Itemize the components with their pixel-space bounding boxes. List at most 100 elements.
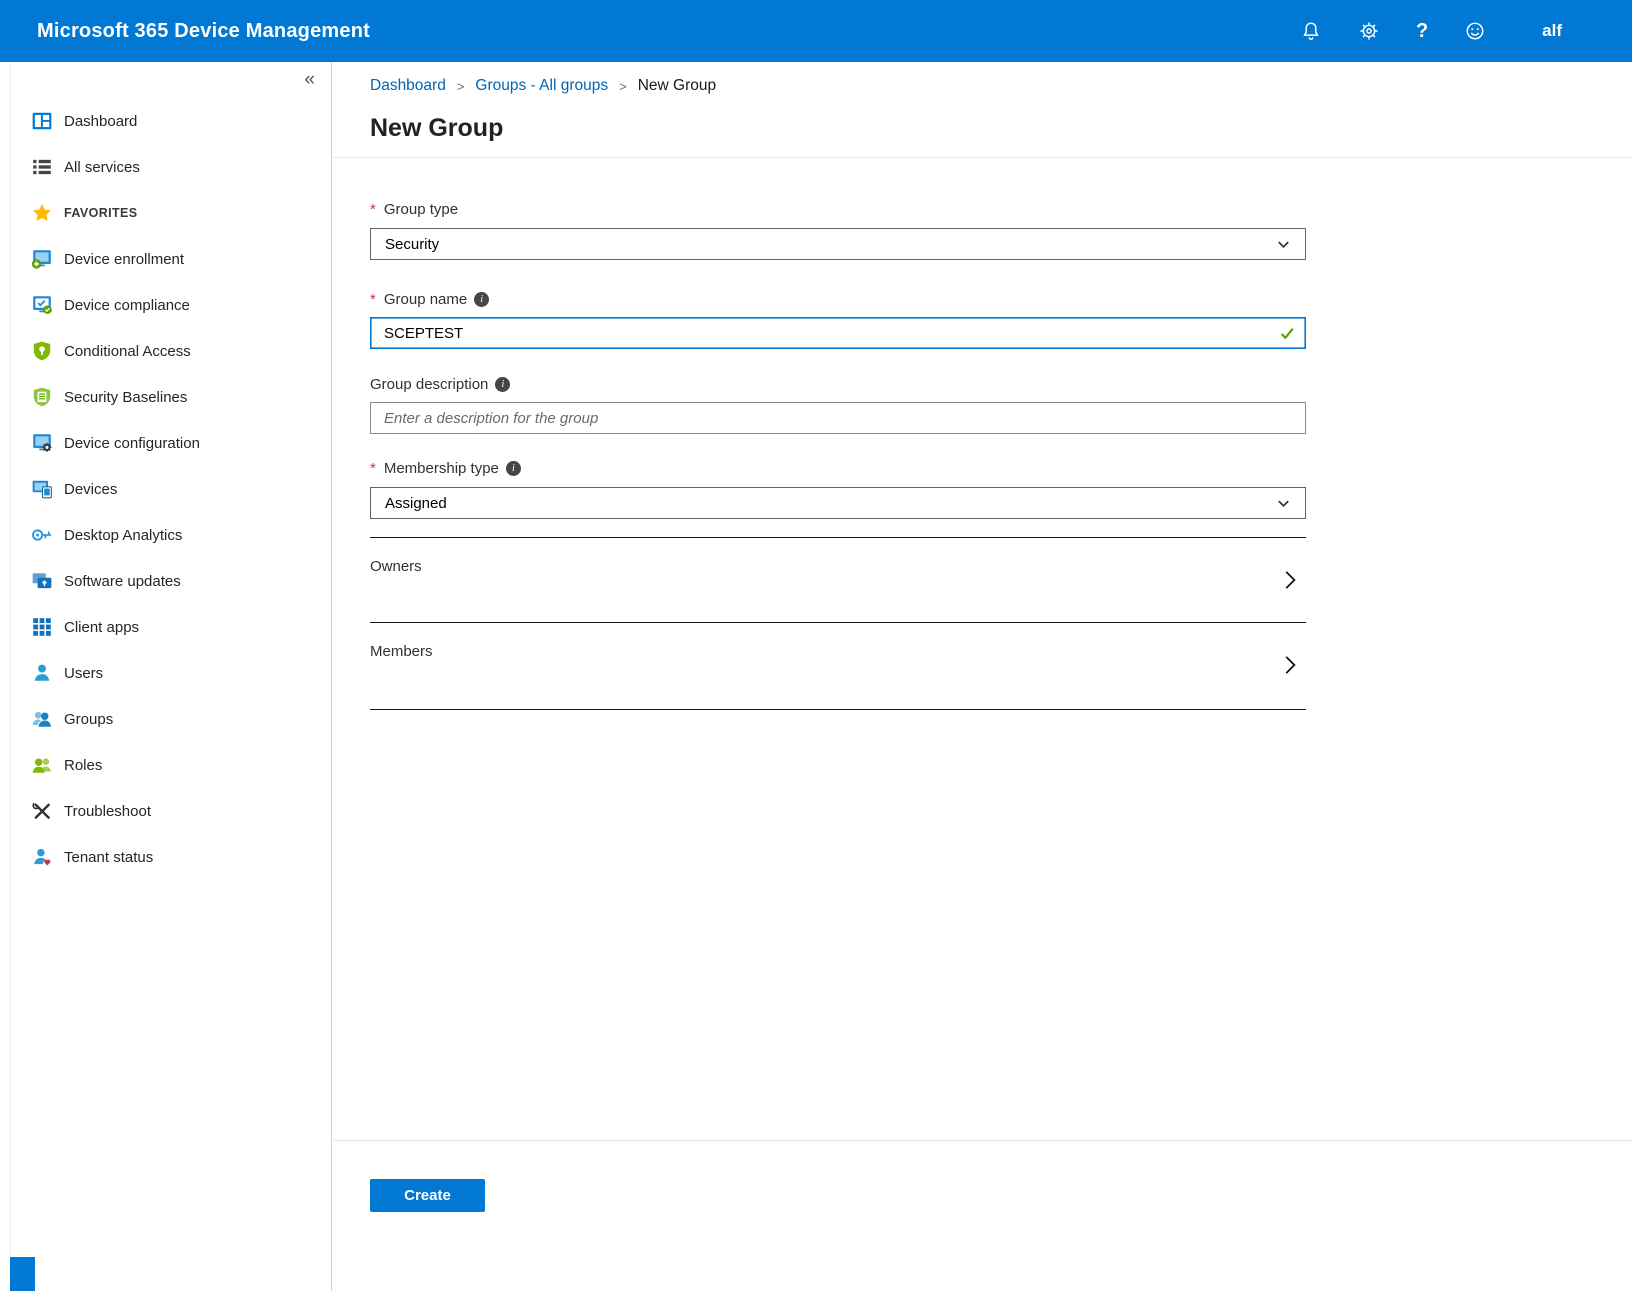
sidebar-item-label: Users bbox=[64, 665, 103, 682]
breadcrumb-groups-link[interactable]: Groups - All groups bbox=[475, 77, 608, 95]
group-type-select[interactable]: Security bbox=[370, 228, 1306, 260]
sidebar-item-troubleshoot[interactable]: Troubleshoot bbox=[11, 788, 331, 834]
sidebar-favorites-header: FAVORITES bbox=[11, 190, 331, 236]
required-marker: * bbox=[370, 290, 376, 309]
owners-label: Owners bbox=[370, 557, 1306, 576]
star-icon bbox=[31, 202, 53, 224]
members-label: Members bbox=[370, 642, 1306, 661]
group-type-value: Security bbox=[385, 236, 439, 253]
sidebar-item-users[interactable]: Users bbox=[11, 650, 331, 696]
sidebar-collapse-button[interactable]: « bbox=[11, 62, 331, 98]
tenant-status-icon bbox=[31, 846, 53, 868]
sidebar-item-device-compliance[interactable]: Device compliance bbox=[11, 282, 331, 328]
sidebar-item-desktop-analytics[interactable]: Desktop Analytics bbox=[11, 512, 331, 558]
software-updates-icon bbox=[31, 570, 53, 592]
feedback-smiley-icon[interactable] bbox=[1464, 20, 1486, 42]
footer-divider bbox=[333, 1140, 1632, 1141]
chevron-right-icon bbox=[1280, 653, 1300, 677]
sidebar-item-security-baselines[interactable]: Security Baselines bbox=[11, 374, 331, 420]
sidebar-item-label: Device configuration bbox=[64, 435, 200, 452]
groups-people-icon bbox=[31, 708, 53, 730]
sidebar-item-conditional-access[interactable]: Conditional Access bbox=[11, 328, 331, 374]
sidebar-item-roles[interactable]: Roles bbox=[11, 742, 331, 788]
sidebar-item-label: Roles bbox=[64, 757, 102, 774]
sidebar-item-label: Groups bbox=[64, 711, 113, 728]
security-baselines-icon bbox=[31, 386, 53, 408]
sidebar-item-devices[interactable]: Devices bbox=[11, 466, 331, 512]
info-icon[interactable]: i bbox=[495, 377, 510, 392]
sidebar-item-client-apps[interactable]: Client apps bbox=[11, 604, 331, 650]
help-icon[interactable]: ? bbox=[1416, 20, 1428, 43]
create-button[interactable]: Create bbox=[370, 1179, 485, 1212]
troubleshoot-tools-icon bbox=[31, 800, 53, 822]
breadcrumb-separator: > bbox=[619, 79, 627, 94]
sidebar-item-groups[interactable]: Groups bbox=[11, 696, 331, 742]
sidebar: « Dashboard All services FAVORITES Devi bbox=[10, 62, 332, 1291]
valid-check-icon bbox=[1279, 325, 1296, 342]
feedback-corner-tab[interactable] bbox=[10, 1257, 35, 1291]
roles-person-icon bbox=[31, 754, 53, 776]
sidebar-item-label: Conditional Access bbox=[64, 343, 191, 360]
all-services-icon bbox=[31, 156, 53, 178]
devices-icon bbox=[31, 478, 53, 500]
sidebar-item-label: Device enrollment bbox=[64, 251, 184, 268]
breadcrumb: Dashboard > Groups - All groups > New Gr… bbox=[370, 74, 1632, 98]
group-description-label: Group description i bbox=[370, 375, 1306, 394]
title-divider bbox=[333, 157, 1632, 158]
group-name-input[interactable] bbox=[370, 317, 1306, 349]
members-row[interactable]: Members bbox=[370, 623, 1306, 710]
users-person-icon bbox=[31, 662, 53, 684]
chevron-right-icon bbox=[1280, 568, 1300, 592]
sidebar-item-label: Client apps bbox=[64, 619, 139, 636]
notifications-bell-icon[interactable] bbox=[1300, 20, 1322, 42]
sidebar-item-label: Software updates bbox=[64, 573, 181, 590]
collapse-chevron-icon: « bbox=[304, 69, 315, 91]
membership-type-value: Assigned bbox=[385, 495, 447, 512]
sidebar-nav: Dashboard All services FAVORITES Device … bbox=[11, 98, 331, 880]
app-title: Microsoft 365 Device Management bbox=[0, 20, 370, 43]
group-type-label: * Group type bbox=[370, 200, 1306, 219]
sidebar-item-label: Tenant status bbox=[64, 849, 153, 866]
sidebar-item-all-services[interactable]: All services bbox=[11, 144, 331, 190]
device-configuration-icon bbox=[31, 432, 53, 454]
sidebar-item-device-configuration[interactable]: Device configuration bbox=[11, 420, 331, 466]
group-description-field-wrap bbox=[370, 402, 1306, 434]
sidebar-item-label: Dashboard bbox=[64, 113, 137, 130]
sidebar-item-tenant-status[interactable]: Tenant status bbox=[11, 834, 331, 880]
group-name-field-wrap bbox=[370, 317, 1306, 349]
required-marker: * bbox=[370, 459, 376, 478]
info-icon[interactable]: i bbox=[474, 292, 489, 307]
membership-type-select[interactable]: Assigned bbox=[370, 487, 1306, 519]
breadcrumb-separator: > bbox=[457, 79, 465, 94]
sidebar-item-label: Desktop Analytics bbox=[64, 527, 182, 544]
sidebar-item-device-enrollment[interactable]: Device enrollment bbox=[11, 236, 331, 282]
sidebar-header-label: FAVORITES bbox=[64, 206, 138, 220]
owners-row[interactable]: Owners bbox=[370, 538, 1306, 623]
page-title: New Group bbox=[370, 114, 1632, 143]
chevron-down-icon bbox=[1276, 237, 1291, 252]
settings-gear-icon[interactable] bbox=[1358, 20, 1380, 42]
new-group-form: * Group type Security * Group name i Gro… bbox=[370, 200, 1306, 710]
main-content: Dashboard > Groups - All groups > New Gr… bbox=[333, 62, 1632, 1291]
device-enrollment-icon bbox=[31, 248, 53, 270]
sidebar-item-label: All services bbox=[64, 159, 140, 176]
owners-members-group: Owners Members bbox=[370, 537, 1306, 710]
group-name-label: * Group name i bbox=[370, 290, 1306, 309]
sidebar-item-dashboard[interactable]: Dashboard bbox=[11, 98, 331, 144]
desktop-analytics-icon bbox=[31, 524, 53, 546]
device-compliance-icon bbox=[31, 294, 53, 316]
client-apps-grid-icon bbox=[31, 616, 53, 638]
topbar-actions: ? alf bbox=[1300, 20, 1632, 43]
membership-type-label: * Membership type i bbox=[370, 459, 1306, 478]
topbar: Microsoft 365 Device Management ? alf bbox=[0, 0, 1632, 62]
group-description-input[interactable] bbox=[370, 402, 1306, 434]
chevron-down-icon bbox=[1276, 496, 1291, 511]
sidebar-item-label: Device compliance bbox=[64, 297, 190, 314]
info-icon[interactable]: i bbox=[506, 461, 521, 476]
sidebar-item-software-updates[interactable]: Software updates bbox=[11, 558, 331, 604]
dashboard-icon bbox=[31, 110, 53, 132]
required-marker: * bbox=[370, 200, 376, 219]
conditional-access-shield-icon bbox=[31, 340, 53, 362]
account-name[interactable]: alf bbox=[1542, 21, 1562, 41]
breadcrumb-dashboard-link[interactable]: Dashboard bbox=[370, 77, 446, 95]
